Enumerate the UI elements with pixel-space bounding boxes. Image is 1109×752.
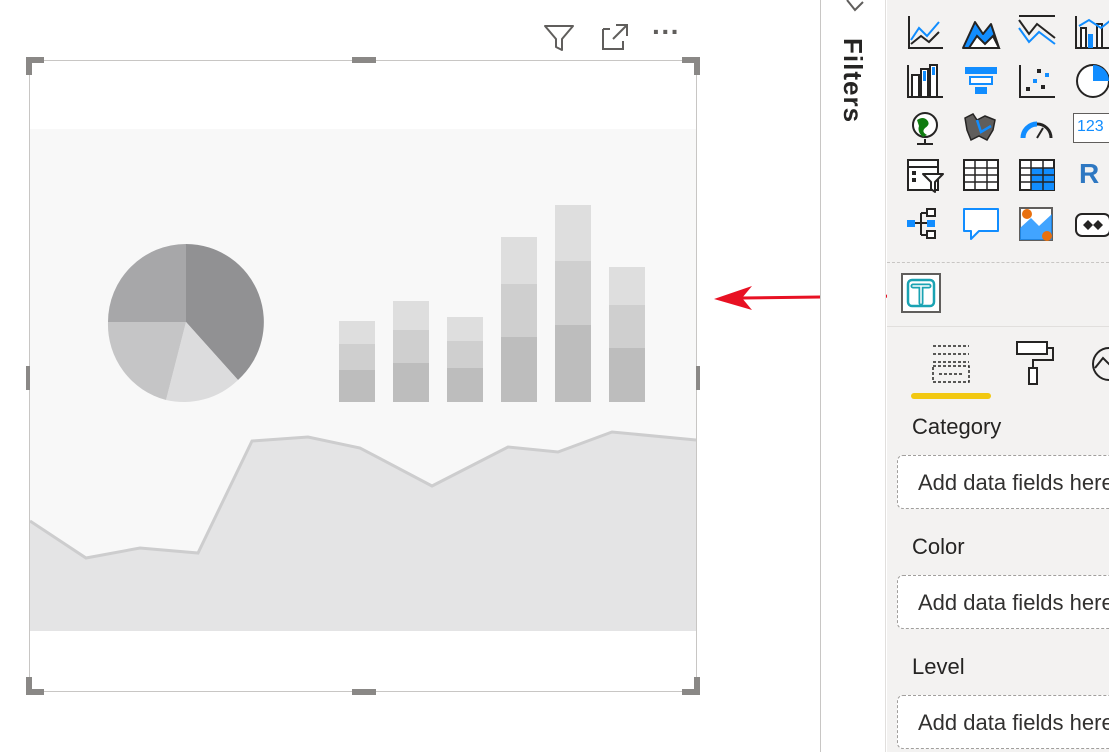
focus-mode-icon[interactable] [598, 20, 632, 54]
color-well-label: Color [912, 534, 965, 559]
table-icon[interactable] [961, 156, 1001, 196]
gauge-icon[interactable] [1017, 108, 1057, 148]
collapse-filters-icon[interactable] [841, 0, 871, 14]
funnel-chart-icon[interactable] [961, 61, 1001, 101]
pie-chart-icon[interactable] [1073, 61, 1109, 101]
stacked-area-chart-icon[interactable] [1017, 14, 1057, 54]
decomposition-tree-icon[interactable] [905, 204, 945, 244]
more-options-icon[interactable]: ··· [652, 16, 686, 50]
analytics-tab[interactable] [1081, 336, 1109, 392]
scatter-chart-icon[interactable] [1017, 61, 1057, 101]
ribbon-chart-icon[interactable] [905, 61, 945, 101]
card-icon[interactable]: 123 [1073, 113, 1109, 143]
qa-visual-icon[interactable] [961, 204, 1001, 244]
line-clustered-column-icon[interactable] [1073, 14, 1109, 54]
visual-placeholder[interactable] [26, 57, 700, 695]
area-chart-icon[interactable] [961, 14, 1001, 54]
r-script-visual-icon[interactable]: R [1079, 158, 1109, 198]
level-well-label: Level [912, 654, 965, 679]
visualizations-pane: 123 R Category Add data fields here Colo… [887, 0, 1109, 752]
filled-map-icon[interactable] [961, 108, 1001, 148]
filters-pane[interactable]: Filters [820, 0, 886, 752]
text-filter-icon [906, 278, 936, 308]
power-apps-icon[interactable] [1073, 204, 1109, 244]
category-well-label: Category [912, 414, 1002, 439]
format-tab[interactable] [1005, 336, 1061, 392]
visual-header: ··· [530, 0, 700, 60]
gallery-divider [887, 262, 1109, 263]
filters-pane-title[interactable]: Filters [837, 38, 868, 123]
line-chart-icon[interactable] [905, 14, 945, 54]
fields-tab-indicator [911, 393, 991, 399]
tab-divider [887, 326, 1109, 327]
fields-tab[interactable] [923, 336, 979, 392]
level-drop-zone[interactable]: Add data fields here [897, 695, 1109, 749]
color-drop-zone[interactable]: Add data fields here [897, 575, 1109, 629]
placeholder-graphic [30, 129, 696, 631]
card-icon-text: 123 [1077, 118, 1104, 135]
slicer-icon[interactable] [905, 156, 945, 196]
map-icon[interactable] [905, 108, 945, 148]
matrix-icon[interactable] [1017, 156, 1057, 196]
arcgis-map-icon[interactable] [1017, 204, 1057, 244]
text-filter-visual[interactable] [901, 273, 941, 313]
filter-icon[interactable] [542, 20, 576, 54]
category-drop-zone[interactable]: Add data fields here [897, 455, 1109, 509]
